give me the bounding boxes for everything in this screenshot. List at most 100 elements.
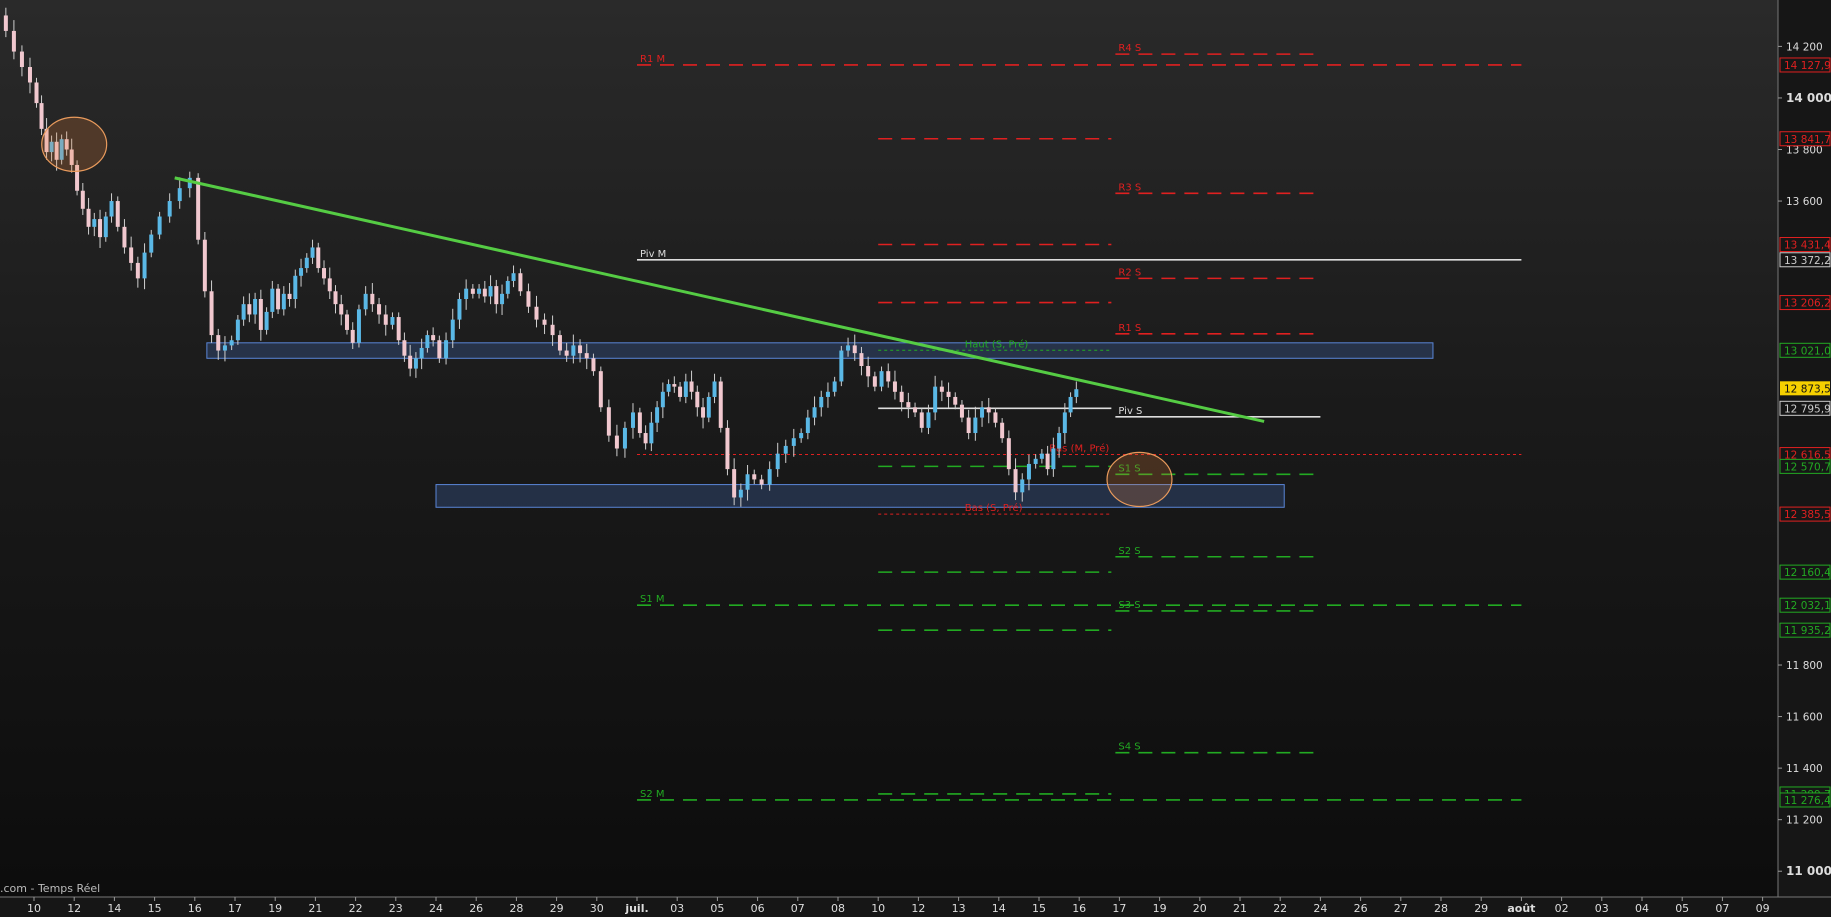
price-badge-label: 13 206,2 [1784,298,1831,310]
candle-body [413,358,418,369]
candle-body [1074,389,1079,397]
candle-body [649,422,654,444]
candle-body [892,381,897,392]
candle-body [655,407,660,423]
pivot-label: Piv M [640,249,666,260]
price-badge-label: 12 160,4 [1784,567,1831,579]
candle-body [402,340,407,356]
price-tick-label: 11 800 [1786,660,1823,672]
candle-body [557,335,562,351]
price-badge-label: 14 127,9 [1784,60,1831,72]
candle-body [370,293,375,305]
candle-body [701,407,706,418]
candles-layer [3,7,1079,507]
candle-body [1045,453,1050,470]
time-tick-label: août [1507,902,1535,915]
candle-body [457,299,462,320]
price-badge-label: 13 021,0 [1784,345,1831,357]
candle-body [812,407,817,418]
candle-body [1006,438,1011,470]
time-tick-label: 28 [509,902,523,915]
time-tick-label: 16 [188,902,202,915]
candle-body [247,304,252,315]
candle-body [518,273,523,292]
candle-body [1068,396,1073,413]
candle-body [1033,458,1038,464]
time-tick-label: juil. [624,902,648,915]
candle-body [264,311,269,330]
candle-body [431,335,436,341]
candle-body [80,190,85,209]
time-tick-label: 03 [1595,902,1609,915]
candle-body [759,479,764,485]
price-badge-label: 12 032,1 [1784,600,1831,612]
candle-body [202,239,207,292]
pivot-label: R4 S [1118,43,1141,54]
candle-body [419,347,424,359]
candle-body [167,201,172,217]
candle-body [973,417,978,434]
candle-body [614,435,619,449]
price-tick-label: 13 600 [1786,196,1823,208]
candle-body [752,474,757,480]
pivot-label: S3 S [1118,600,1140,611]
candle-body [1062,412,1067,434]
price-tick-label: 11 200 [1786,815,1823,827]
price-tick-label: 11 400 [1786,763,1823,775]
candle-body [425,335,430,348]
candle-body [235,319,240,341]
price-chart[interactable]: R1 MPiv MS1 MS2 MR4 SR3 SR2 SR1 SPiv SS1… [0,0,1831,917]
candle-body [718,381,723,428]
current-price-label: 12 873,5 [1784,383,1831,395]
candle-body [695,391,700,408]
pivot-label: S2 M [640,789,665,800]
candle-body [738,489,743,498]
candle-body [859,353,864,367]
time-tick-label: 06 [751,902,765,915]
price-badge-label: 13 431,4 [1784,240,1831,252]
time-tick-label: 02 [1555,902,1569,915]
candle-body [482,288,487,297]
time-tick-label: 22 [1273,902,1287,915]
time-tick-label: 26 [1354,902,1368,915]
price-tick-label: 11 000 [1786,864,1831,878]
candle-body [276,288,281,310]
candle-body [725,427,730,470]
candle-body [333,291,338,305]
candle-body [350,329,355,343]
candle-body [322,268,327,279]
candle-body [258,299,263,330]
candle-body [622,427,627,449]
pivot-label: Bas (S, Pré) [965,502,1023,514]
candle-body [149,234,154,253]
candle-body [222,345,227,351]
highlight-circle [41,116,108,173]
price-tick-label: 13 800 [1786,145,1823,157]
candle-body [584,353,589,359]
time-tick-label: 03 [670,902,684,915]
candle-body [488,286,493,297]
pivot-label: R2 S [1118,267,1141,278]
time-tick-label: 12 [67,902,81,915]
price-tick-label: 14 000 [1786,91,1831,105]
pivot-label: R1 M [640,54,665,65]
price-badge-label: 13 372,2 [1784,255,1831,267]
candle-body [550,324,555,336]
candle-body [299,268,304,276]
candle-body [1057,433,1062,449]
watermark: .com - Temps Réel [0,882,101,895]
candle-body [109,201,114,217]
candle-body [11,30,16,52]
candle-body [196,177,201,240]
candle-body [450,319,455,341]
candle-body [437,340,442,359]
time-tick-label: 26 [469,902,483,915]
pivot-label: S1 M [640,594,665,605]
candle-body [630,412,635,428]
candle-body [477,288,482,294]
candle-body [511,273,516,281]
candle-body [660,391,665,408]
candle-body [464,288,469,299]
candle-body [177,188,182,202]
candle-body [666,384,671,392]
